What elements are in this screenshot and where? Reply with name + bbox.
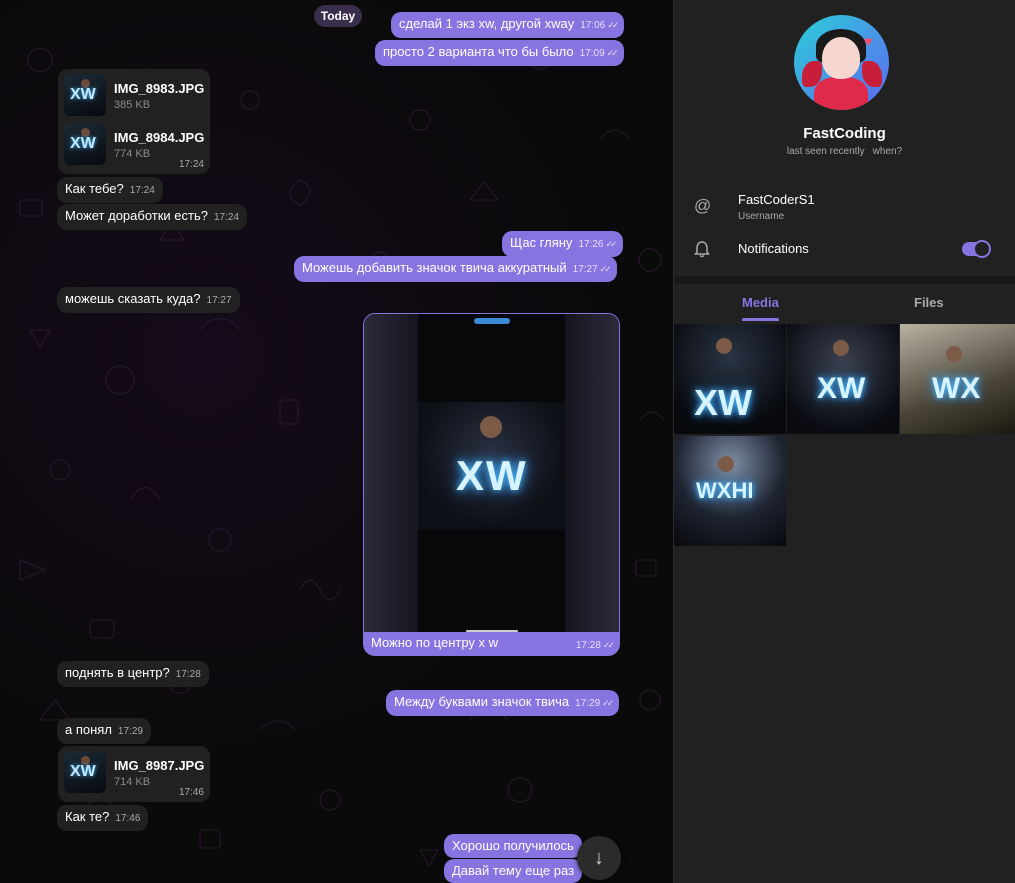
file-name: IMG_8987.JPG <box>114 758 205 773</box>
date-separator: Today <box>314 5 362 27</box>
message-text: Как те? <box>65 809 110 824</box>
media-thumbnail[interactable]: XW <box>674 324 786 434</box>
message-text: поднять в центр? <box>65 665 170 680</box>
message-time: 17:09 ✓✓ <box>579 48 619 59</box>
photo-message[interactable]: XW Можно по центру x w 17:28 ✓✓ <box>363 313 620 656</box>
file-size: 385 KB <box>114 99 151 111</box>
file-thumbnail: XW <box>64 74 106 116</box>
message-text: просто 2 варианта что бы было <box>383 44 574 59</box>
tab-media[interactable]: Media <box>742 295 779 310</box>
photo-caption: Можно по центру x w <box>371 635 499 650</box>
heart-icon: ♥ <box>864 33 873 49</box>
message-text: Может доработки есть? <box>65 208 208 223</box>
read-check-icon: ✓✓ <box>606 48 619 58</box>
message-outgoing[interactable]: Щас гляну 17:26 ✓✓ <box>502 231 623 257</box>
message-time: 17:46 <box>115 813 141 824</box>
file-name: IMG_8983.JPG <box>114 81 205 96</box>
telegram-badge-icon <box>474 318 510 324</box>
file-thumbnail: XW <box>64 123 106 165</box>
file-size: 714 KB <box>114 776 151 788</box>
message-time: 17:28 <box>175 669 201 680</box>
arrow-down-icon: ↓ <box>594 847 604 869</box>
media-thumbnail[interactable]: WXHI <box>674 436 786 546</box>
username-value: FastCoderS1 <box>738 192 815 207</box>
message-outgoing[interactable]: просто 2 варианта что бы было 17:09 ✓✓ <box>375 40 624 66</box>
message-time: 17:46 <box>178 787 204 798</box>
message-outgoing[interactable]: сделай 1 экз xw, другой xway 17:06 ✓✓ <box>391 12 625 38</box>
photo-text: XW <box>456 452 528 499</box>
message-outgoing[interactable]: Между буквами значок твича 17:29 ✓✓ <box>386 690 620 716</box>
active-tab-indicator <box>742 318 779 321</box>
tab-files[interactable]: Files <box>914 295 944 310</box>
file-thumbnail: XW <box>64 751 106 793</box>
message-incoming[interactable]: Может доработки есть? 17:24 <box>57 204 248 230</box>
notifications-label: Notifications <box>738 241 809 256</box>
telegram-window: Today сделай 1 экз xw, другой xway 17:06 ✓… <box>0 0 1015 883</box>
message-time: 17:24 <box>214 212 240 223</box>
avatar[interactable]: ♥ <box>794 15 889 110</box>
message-incoming[interactable]: можешь сказать куда? 17:27 <box>57 287 240 313</box>
read-check-icon: ✓✓ <box>602 698 614 708</box>
message-text: Щас гляну <box>510 235 573 250</box>
message-text: Хорошо получилось <box>452 838 574 853</box>
message-time: 17:24 <box>178 159 204 170</box>
message-text: сделай 1 экз xw, другой xway <box>399 16 575 31</box>
photo-content: XW <box>418 402 565 530</box>
file-attachment[interactable]: XW IMG_8984.JPG 774 KB 17:24 <box>58 118 210 174</box>
username-label: Username <box>738 211 785 222</box>
read-check-icon: ✓✓ <box>599 264 612 274</box>
when-link[interactable]: when? <box>873 146 902 157</box>
message-incoming[interactable]: поднять в центр? 17:28 <box>57 661 209 687</box>
message-text: можешь сказать куда? <box>65 291 201 306</box>
file-group: XW IMG_8983.JPG 385 KB XW IMG_8984.JPG 7… <box>58 69 210 174</box>
file-attachment[interactable]: XW IMG_8983.JPG 385 KB <box>58 69 210 119</box>
chat-area[interactable]: Today сделай 1 экз xw, другой xway 17:06 ✓… <box>0 0 673 883</box>
notifications-toggle[interactable] <box>962 240 991 258</box>
last-seen-text: last seen recently <box>786 146 865 157</box>
read-check-icon: ✓✓ <box>607 20 619 30</box>
section-separator <box>674 276 1015 284</box>
profile-status: last seen recently when? <box>674 146 1015 157</box>
media-thumbnail[interactable]: XW <box>787 324 899 434</box>
message-text: Можешь добавить значок твича аккуратный <box>302 260 567 275</box>
username-row[interactable]: @ FastCoderS1 Username <box>674 190 1015 230</box>
read-check-icon: ✓✓ <box>605 239 617 249</box>
home-indicator <box>466 630 518 632</box>
message-time: 17:29 ✓✓ <box>575 698 614 709</box>
file-name: IMG_8984.JPG <box>114 130 205 145</box>
message-time: 17:28 ✓✓ <box>575 640 615 651</box>
read-check-icon: ✓✓ <box>602 640 615 650</box>
scroll-down-button[interactable]: ↓ <box>577 836 621 880</box>
message-time: 17:27 ✓✓ <box>572 264 612 275</box>
message-time: 17:29 <box>117 726 143 737</box>
message-outgoing[interactable]: Можешь добавить значок твича аккуратный 1… <box>294 256 617 282</box>
message-time: 17:26 ✓✓ <box>578 239 617 250</box>
profile-panel: ♥ FastCoding last seen recently when? @ F… <box>674 0 1015 883</box>
message-incoming[interactable]: Как те? 17:46 <box>57 805 149 831</box>
message-text: Давай тему еще раз <box>452 863 575 878</box>
message-outgoing[interactable]: Давай тему еще раз <box>444 859 583 883</box>
profile-name: FastCoding <box>803 125 886 142</box>
media-thumbnail[interactable]: WX <box>900 324 1015 434</box>
message-text: Между буквами значок твича <box>394 694 570 709</box>
photo-preview[interactable]: XW <box>364 314 619 632</box>
message-time: 17:27 <box>206 295 232 306</box>
file-attachment[interactable]: XW IMG_8987.JPG 714 KB 17:46 <box>58 746 210 802</box>
file-size: 774 KB <box>114 148 151 160</box>
at-sign-icon: @ <box>694 196 712 215</box>
message-time: 17:24 <box>129 185 155 196</box>
bell-icon <box>694 241 710 258</box>
message-text: Как тебе? <box>65 181 124 196</box>
message-time: 17:06 ✓✓ <box>580 20 619 31</box>
message-text: а понял <box>65 722 112 737</box>
message-outgoing[interactable]: Хорошо получилось <box>444 834 582 858</box>
message-incoming[interactable]: а понял 17:29 <box>57 718 151 744</box>
message-incoming[interactable]: Как тебе? 17:24 <box>57 177 163 203</box>
